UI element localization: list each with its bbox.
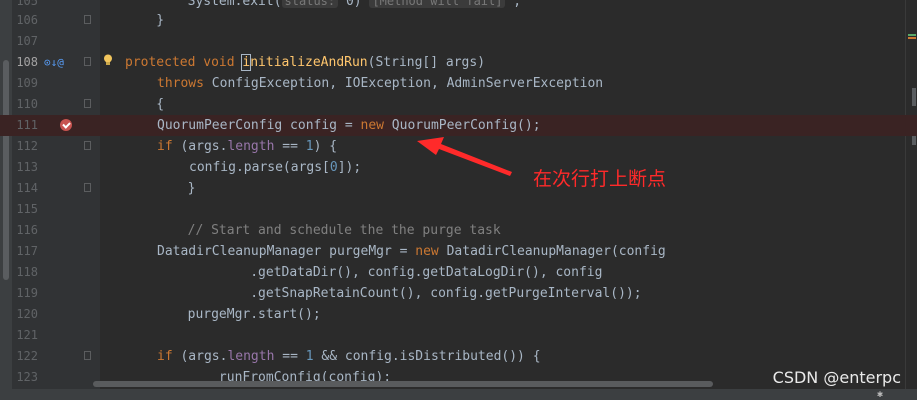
horizontal-scrollbar[interactable] bbox=[93, 381, 713, 387]
annotation-arrow-icon bbox=[417, 137, 512, 176]
settings-icon[interactable]: ✱ bbox=[877, 389, 883, 400]
watermark: CSDN @enterpc bbox=[772, 368, 901, 387]
bottom-bar bbox=[0, 389, 917, 400]
annotation-text: 在次行打上断点 bbox=[533, 168, 667, 190]
